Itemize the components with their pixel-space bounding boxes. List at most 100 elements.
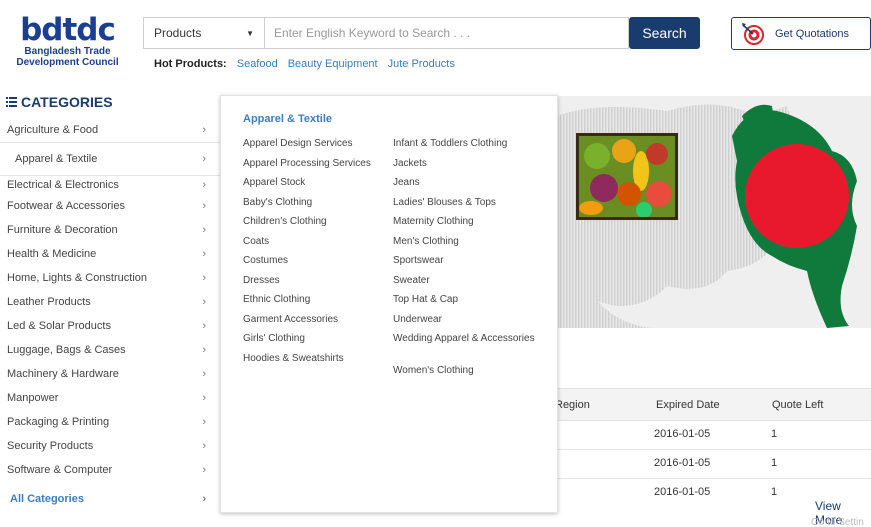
cell-quote-left: 1 — [771, 428, 778, 440]
target-icon — [740, 22, 766, 46]
column-header-quote-left: Quote Left — [772, 399, 824, 411]
logo-mark: bdtdc — [20, 12, 116, 48]
category-select[interactable]: Products ▼ — [143, 17, 264, 49]
search-bar: Products ▼ Enter English Keyword to Sear… — [143, 17, 629, 49]
category-item-machinery-hardware[interactable]: Machinery & Hardware › — [0, 362, 220, 386]
subcategory-link[interactable]: Men's Clothing — [393, 235, 543, 255]
hot-link-seafood[interactable]: Seafood — [237, 58, 278, 70]
category-label: Apparel & Textile — [15, 153, 98, 165]
subcategory-link[interactable]: Sportswear — [393, 254, 543, 274]
flyout-heading[interactable]: Apparel & Textile — [243, 113, 332, 125]
subcategory-link[interactable]: Jackets — [393, 157, 543, 177]
chevron-right-icon: › — [202, 296, 206, 308]
chevron-right-icon: › — [202, 464, 206, 476]
subcategory-link[interactable]: Hoodies & Sweatshirts — [243, 352, 393, 372]
page: bdtdc Bangladesh Trade Development Counc… — [0, 0, 871, 527]
vegetables-icon — [579, 136, 675, 217]
chevron-right-icon: › — [202, 440, 206, 452]
flyout-column-2: Infant & Toddlers Clothing Jackets Jeans… — [393, 137, 543, 384]
get-quotations-label: Get Quotations — [775, 27, 849, 40]
category-item-agriculture-food[interactable]: Agriculture & Food › — [0, 118, 220, 142]
subcategory-link[interactable]: Garment Accessories — [243, 313, 393, 333]
category-label: Led & Solar Products — [7, 320, 111, 332]
subcategory-flyout: Apparel & Textile Apparel Design Service… — [220, 95, 558, 513]
category-select-value: Products — [154, 26, 202, 40]
category-label: Security Products — [7, 440, 94, 452]
chevron-right-icon: › — [202, 224, 206, 236]
categories-list: Agriculture & Food › Apparel & Textile › E… — [0, 118, 220, 511]
category-item-luggage-bags[interactable]: Luggage, Bags & Cases › — [0, 338, 220, 362]
hot-products-label: Hot Products: — [154, 58, 227, 70]
subcategory-link[interactable]: Girls' Clothing — [243, 332, 393, 352]
category-item-electrical-electronics[interactable]: Electrical & Electronics › — [0, 176, 220, 194]
cell-expired-date: 2016-01-05 — [654, 486, 711, 498]
category-item-led-solar[interactable]: Led & Solar Products › — [0, 314, 220, 338]
bdtdc-logo[interactable]: bdtdc Bangladesh Trade Development Counc… — [10, 14, 125, 72]
chevron-right-icon: › — [202, 272, 206, 284]
category-item-manpower[interactable]: Manpower › — [0, 386, 220, 410]
subcategory-link[interactable]: Dresses — [243, 274, 393, 294]
chevron-right-icon: › — [202, 200, 206, 212]
category-label: Packaging & Printing — [7, 416, 110, 428]
table-row[interactable]: 2016-01-05 1 — [557, 450, 871, 479]
activation-watermark: Go to Settin — [811, 517, 864, 527]
category-label: Electrical & Electronics — [7, 179, 119, 191]
subcategory-link[interactable]: Ladies' Blouses & Tops — [393, 196, 543, 216]
table-row[interactable]: 2016-01-05 1 — [557, 421, 871, 450]
subcategory-link[interactable]: Apparel Processing Services — [243, 157, 393, 177]
list-icon — [6, 94, 17, 110]
cell-expired-date: 2016-01-05 — [654, 428, 711, 440]
get-quotations-button[interactable]: Get Quotations — [731, 17, 871, 50]
subcategory-link[interactable]: Women's Clothing — [393, 364, 543, 384]
all-categories-label: All Categories — [10, 493, 84, 505]
subcategory-link[interactable]: Children's Clothing — [243, 215, 393, 235]
category-label: Footwear & Accessories — [7, 200, 125, 212]
search-button[interactable]: Search — [629, 17, 700, 49]
subcategory-link[interactable]: Costumes — [243, 254, 393, 274]
table-header: Region Expired Date Quote Left — [555, 388, 871, 421]
flyout-column-1: Apparel Design Services Apparel Processi… — [243, 137, 393, 371]
subcategory-link[interactable]: Baby's Clothing — [243, 196, 393, 216]
subcategory-link[interactable]: Sweater — [393, 274, 543, 294]
subcategory-link[interactable]: Wedding Apparel & Accessories — [393, 332, 543, 364]
chevron-right-icon: › — [202, 153, 206, 165]
category-item-software-computer[interactable]: Software & Computer › — [0, 458, 220, 482]
hot-link-jute-products[interactable]: Jute Products — [388, 58, 455, 70]
subcategory-link[interactable]: Apparel Design Services — [243, 137, 393, 157]
chevron-right-icon: › — [202, 344, 206, 356]
dropdown-arrow-icon: ▼ — [246, 28, 254, 38]
category-label: Machinery & Hardware — [7, 368, 119, 380]
category-item-footwear-accessories[interactable]: Footwear & Accessories › — [0, 194, 220, 218]
subcategory-link[interactable]: Jeans — [393, 176, 543, 196]
category-item-leather-products[interactable]: Leather Products › — [0, 290, 220, 314]
category-label: Home, Lights & Construction — [7, 272, 148, 284]
category-label: Agriculture & Food — [7, 124, 99, 136]
category-label: Leather Products — [7, 296, 91, 308]
category-item-furniture-decoration[interactable]: Furniture & Decoration › — [0, 218, 220, 242]
subcategory-link[interactable]: Underwear — [393, 313, 543, 333]
subcategory-link[interactable]: Apparel Stock — [243, 176, 393, 196]
column-header-expired-date: Expired Date — [656, 399, 720, 411]
category-item-health-medicine[interactable]: Health & Medicine › — [0, 242, 220, 266]
chevron-right-icon: › — [202, 320, 206, 332]
vegetables-image — [576, 133, 678, 220]
chevron-right-icon: › — [202, 368, 206, 380]
search-input[interactable]: Enter English Keyword to Search . . . — [264, 17, 629, 49]
logo-name-line1: Bangladesh Trade — [24, 46, 111, 57]
subcategory-link[interactable]: Top Hat & Cap — [393, 293, 543, 313]
cell-expired-date: 2016-01-05 — [654, 457, 711, 469]
chevron-right-icon: › — [202, 124, 206, 136]
category-label: Health & Medicine — [7, 248, 97, 260]
subcategory-link[interactable]: Maternity Clothing — [393, 215, 543, 235]
subcategory-link[interactable]: Infant & Toddlers Clothing — [393, 137, 543, 157]
subcategory-link[interactable]: Coats — [243, 235, 393, 255]
categories-heading-text: CATEGORIES — [21, 94, 113, 110]
category-item-home-lights-construction[interactable]: Home, Lights & Construction › — [0, 266, 220, 290]
subcategory-link[interactable]: Ethnic Clothing — [243, 293, 393, 313]
category-item-apparel-textile[interactable]: Apparel & Textile › — [0, 142, 220, 176]
all-categories-link[interactable]: All Categories › — [0, 487, 220, 511]
column-header-region: Region — [555, 399, 590, 411]
hot-link-beauty-equipment[interactable]: Beauty Equipment — [288, 58, 378, 70]
category-item-packaging-printing[interactable]: Packaging & Printing › — [0, 410, 220, 434]
category-item-security-products[interactable]: Security Products › — [0, 434, 220, 458]
